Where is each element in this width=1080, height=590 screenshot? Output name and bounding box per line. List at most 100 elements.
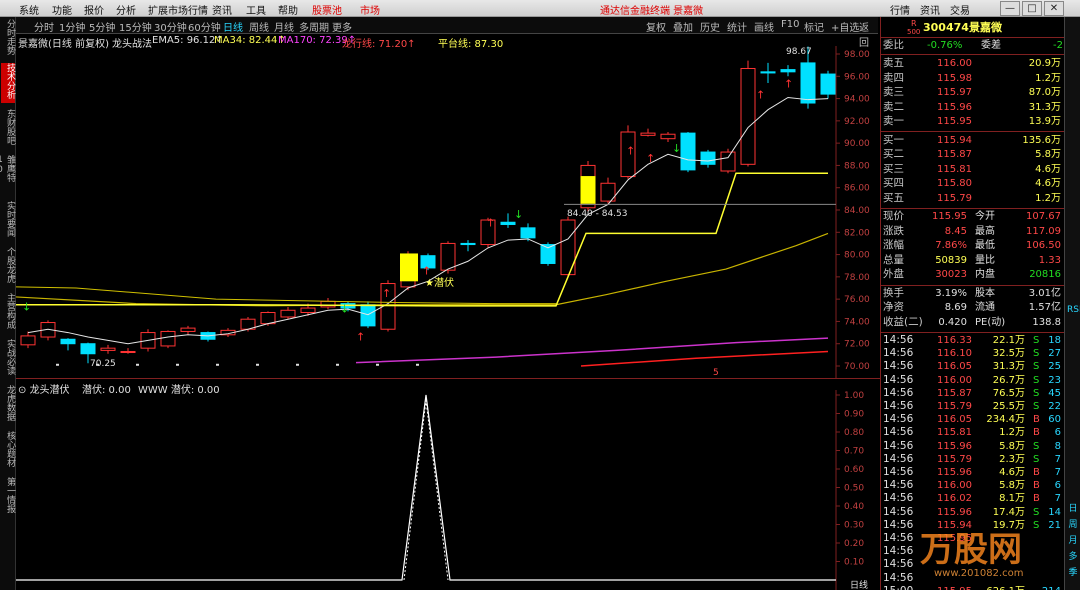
stat-label: 总量	[883, 253, 904, 266]
kline-chart[interactable]: 98.00 96.00 94.00 92.00 90.00 88.00 86.00 84.00…	[16, 34, 880, 379]
menu-item-tools[interactable]: 工具	[246, 2, 266, 17]
tool-f10[interactable]: F10	[781, 19, 799, 30]
menu-quote-tab[interactable]: 行情	[890, 2, 910, 17]
period-tab-daily[interactable]: 日线	[223, 19, 243, 34]
ask-row[interactable]: 卖四 115.98 1.2万	[883, 72, 1063, 85]
period-tab-5min[interactable]: 5分钟	[89, 19, 115, 34]
bid-row[interactable]: 买一 115.94 135.6万	[883, 134, 1063, 147]
month-button[interactable]: 月	[1067, 533, 1079, 546]
stat-value-2: 1.33	[1038, 254, 1061, 266]
stat-label-2: 内盘	[975, 269, 995, 280]
tool-draw-line[interactable]: 画线	[754, 19, 774, 34]
season-button[interactable]: 季	[1067, 565, 1079, 578]
stat-label: 外盘	[883, 268, 904, 280]
sub-axis-tick-label: 0.90	[844, 410, 864, 420]
axis-tick-label: 72.00	[844, 340, 870, 350]
tick-time: 14:56	[883, 426, 914, 439]
ask-volume: 1.2万	[1035, 72, 1061, 84]
tick-time: 14:56	[883, 386, 914, 399]
tick-time: 14:56	[883, 466, 914, 478]
axis-tick-label: 88.00	[844, 161, 870, 171]
period-tab-multi[interactable]: 多周期	[299, 19, 329, 34]
ask-row[interactable]: 卖三 115.97 87.0万	[883, 86, 1063, 99]
vtab-must-read[interactable]: 实战必读	[1, 339, 15, 379]
menu-item-news[interactable]: 资讯	[212, 2, 232, 17]
vtab-timeshare[interactable]: 分时走势	[1, 19, 15, 59]
menu-item-quote[interactable]: 报价	[84, 2, 104, 17]
vtab-technical[interactable]: 技术分析	[1, 63, 15, 103]
bid-row[interactable]: 买二 115.87 5.8万	[883, 148, 1063, 161]
close-icon[interactable]: ✕	[1044, 1, 1064, 16]
minimize-icon[interactable]: —	[1000, 1, 1020, 16]
ask-volume: 13.9万	[1028, 116, 1061, 127]
ask-row[interactable]: 卖一 115.95 13.9万	[883, 115, 1063, 128]
period-tab-monthly[interactable]: 月线	[274, 19, 294, 34]
stock-pool-link[interactable]: 股票池	[312, 2, 342, 17]
baseline-dot	[256, 363, 259, 366]
tool-add-favorite[interactable]: +自选	[831, 19, 859, 34]
latent-indicator-chart[interactable]: 1.00 0.90 0.80 0.70 0.60 0.50 0.40 0.30 0.20 0.10…	[16, 380, 880, 590]
highlight-candle	[400, 253, 418, 282]
menu-news-tab[interactable]: 资讯	[920, 2, 940, 17]
bid-label: 买五	[883, 191, 904, 204]
menu-item-system[interactable]: 系统	[19, 2, 39, 17]
watermark-url: www.201082.com	[934, 568, 1024, 579]
sell-arrow: ↑	[626, 144, 635, 157]
sub-indicator-title: 龙头潜伏	[29, 385, 70, 396]
maximize-icon[interactable]: □	[1022, 1, 1042, 16]
bid-row[interactable]: 买三 115.81 4.6万	[883, 163, 1063, 176]
tick-volume: 1.2万	[999, 427, 1025, 439]
tool-history[interactable]: 历史	[700, 19, 720, 34]
period-tab-30min[interactable]: 30分钟	[154, 19, 187, 34]
tool-statistics[interactable]: 统计	[727, 19, 747, 34]
period-toolbar: 分时 1分钟 5分钟 15分钟 30分钟 60分钟 日线 周线 月线 多周期 更…	[16, 17, 878, 49]
stat-label-2: 最低	[975, 240, 995, 251]
stat-value: 30023	[935, 269, 967, 280]
vtab-forum[interactable]: 东财股吧	[1, 109, 15, 149]
day-button[interactable]: 日	[1067, 501, 1079, 514]
candle-body	[800, 62, 816, 104]
period-tab-1min[interactable]: 1分钟	[59, 19, 85, 34]
bid-volume: 4.6万	[1035, 178, 1061, 189]
menu-item-analysis[interactable]: 分析	[116, 2, 136, 17]
vtab-eagle[interactable]: 雏鹰特10	[0, 155, 15, 195]
vtab-dragon-data[interactable]: 龙虎数据	[1, 385, 15, 425]
rsi-button[interactable]: RSI	[1067, 305, 1080, 315]
candle-body	[120, 351, 136, 354]
tick-time: 14:56	[883, 452, 914, 465]
vtab-business[interactable]: 主营构成	[1, 293, 15, 333]
candle-body	[680, 132, 696, 171]
bid-price: 115.80	[937, 178, 972, 189]
bid-volume: 5.8万	[1035, 149, 1061, 160]
week-button[interactable]: 周	[1067, 517, 1079, 530]
vtab-dragon-tiger[interactable]: 个股龙虎	[1, 247, 15, 287]
vtab-first-intel[interactable]: 第一情报	[1, 477, 15, 517]
ask-row[interactable]: 卖五 116.00 20.9万	[883, 57, 1063, 70]
period-tab-15min[interactable]: 15分钟	[119, 19, 152, 34]
candle-body	[740, 67, 756, 165]
market-link[interactable]: 市场	[360, 2, 380, 17]
tick-row: 14:56 115.79 2.3万 S 7	[883, 453, 1063, 466]
stat-label-2: 最高	[975, 225, 995, 237]
menu-item-help[interactable]: 帮助	[278, 2, 298, 17]
menu-item-function[interactable]: 功能	[52, 2, 72, 17]
tick-count: 45	[1048, 387, 1061, 399]
period-tab-timeshare[interactable]: 分时	[34, 19, 54, 34]
menu-trade-tab[interactable]: 交易	[950, 2, 970, 17]
multi-button[interactable]: 多	[1067, 549, 1079, 562]
period-tab-more[interactable]: 更多	[332, 19, 352, 34]
bid-row[interactable]: 买四 115.80 4.6万	[883, 177, 1063, 190]
bid-row[interactable]: 买五 115.79 1.2万	[883, 192, 1063, 205]
tool-overlay[interactable]: 叠加	[673, 19, 693, 34]
latent-signal-line	[16, 394, 836, 581]
indicator-name[interactable]: 龙头战法	[112, 35, 152, 50]
tool-mark[interactable]: 标记	[804, 19, 824, 34]
tool-restore-rights[interactable]: 复权	[646, 19, 666, 34]
period-tab-weekly[interactable]: 周线	[249, 19, 269, 34]
vtab-core-theme[interactable]: 核心题材	[1, 431, 15, 471]
ask-row[interactable]: 卖二 115.96 31.3万	[883, 101, 1063, 114]
stat-row: 现价 115.95 今开 107.67	[883, 210, 1063, 223]
vtab-realtime-news[interactable]: 实时要闻	[1, 201, 15, 241]
menu-item-extended-market[interactable]: 扩展市场行情	[148, 2, 208, 17]
period-tab-60min[interactable]: 60分钟	[188, 19, 221, 34]
